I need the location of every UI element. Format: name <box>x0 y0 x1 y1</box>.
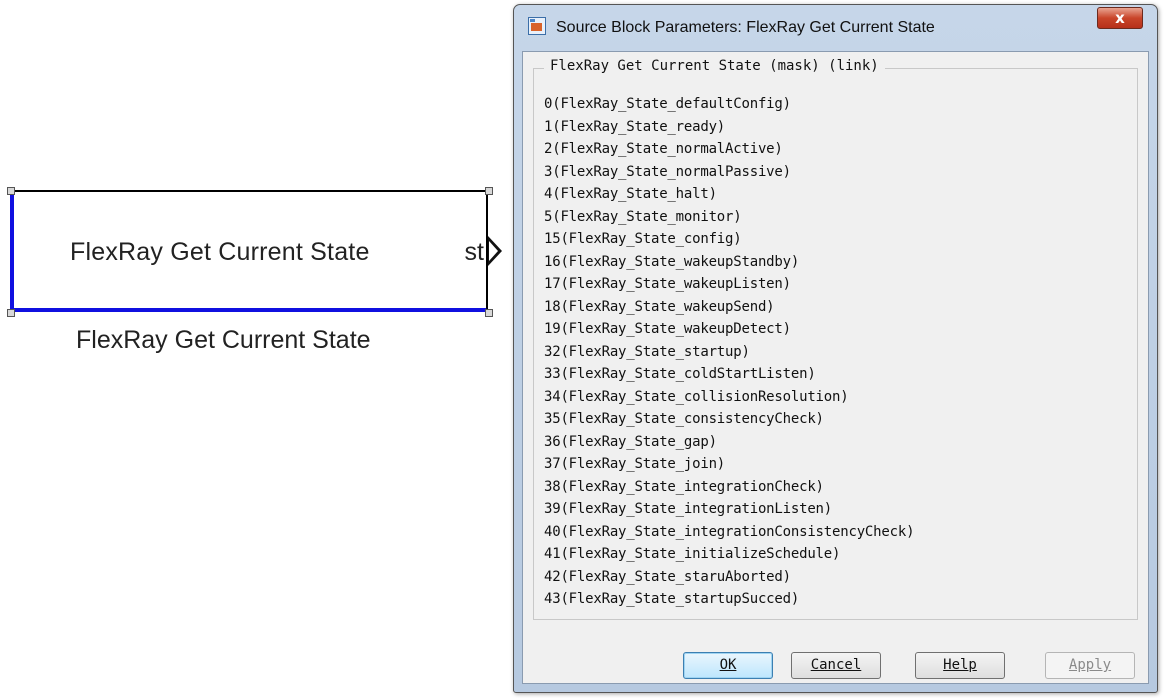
block-parameters-dialog: Source Block Parameters: FlexRay Get Cur… <box>513 4 1158 693</box>
flexray-block[interactable]: FlexRay Get Current State st <box>10 190 488 312</box>
apply-button[interactable]: Apply <box>1045 652 1135 679</box>
mask-description-group: FlexRay Get Current State (mask) (link) … <box>533 58 1138 620</box>
resize-handle-bottom-right[interactable] <box>485 309 493 317</box>
state-description-line: 43(FlexRay_State_startupSucced) <box>544 591 800 607</box>
help-button[interactable]: Help <box>915 652 1005 679</box>
block-name-label[interactable]: FlexRay Get Current State <box>76 326 371 355</box>
state-description-line: 15(FlexRay_State_config) <box>544 231 742 247</box>
resize-handle-top-right[interactable] <box>485 187 493 195</box>
state-description-line: 5(FlexRay_State_monitor) <box>544 208 742 225</box>
state-description-line: 19(FlexRay_State_wakeupDetect) <box>544 321 791 337</box>
state-description-line: 2(FlexRay_State_normalActive) <box>544 141 783 157</box>
state-description-line: 18(FlexRay_State_wakeupSend) <box>544 298 775 315</box>
state-description-line: 33(FlexRay_State_coldStartListen) <box>544 366 816 382</box>
state-description-line: 32(FlexRay_State_startup) <box>544 343 750 360</box>
group-title: FlexRay Get Current State (mask) (link) <box>544 58 885 74</box>
state-description-list: 0(FlexRay_State_defaultConfig) 1(FlexRay_… <box>544 93 914 611</box>
state-description-line: 3(FlexRay_State_normalPassive) <box>544 163 791 180</box>
state-description-line: 41(FlexRay_State_initializeSchedule) <box>544 546 841 562</box>
close-button[interactable]: x <box>1097 7 1143 29</box>
close-icon: x <box>1115 9 1125 27</box>
output-port-icon[interactable] <box>488 236 502 266</box>
cancel-button[interactable]: Cancel <box>791 652 881 679</box>
state-description-line: 34(FlexRay_State_collisionResolution) <box>544 388 849 405</box>
simulink-icon <box>528 17 546 35</box>
resize-handle-bottom-left[interactable] <box>7 309 15 317</box>
dialog-client-area: FlexRay Get Current State (mask) (link) … <box>522 51 1149 684</box>
state-description-line: 40(FlexRay_State_integrationConsistencyC… <box>544 523 915 540</box>
state-description-line: 17(FlexRay_State_wakeupListen) <box>544 276 791 292</box>
state-description-line: 39(FlexRay_State_integrationListen) <box>544 501 833 517</box>
resize-handle-top-left[interactable] <box>7 187 15 195</box>
dialog-title: Source Block Parameters: FlexRay Get Cur… <box>556 19 935 36</box>
state-description-line: 42(FlexRay_State_staruAborted) <box>544 568 791 585</box>
output-port-label: st <box>464 238 484 266</box>
ok-button[interactable]: OK <box>683 652 773 679</box>
block-title: FlexRay Get Current State <box>70 238 370 266</box>
state-description-line: 36(FlexRay_State_gap) <box>544 433 717 450</box>
dialog-titlebar[interactable]: Source Block Parameters: FlexRay Get Cur… <box>514 5 1157 51</box>
state-description-line: 16(FlexRay_State_wakeupStandby) <box>544 253 800 270</box>
state-description-line: 0(FlexRay_State_defaultConfig) <box>544 96 791 112</box>
state-description-line: 35(FlexRay_State_consistencyCheck) <box>544 411 824 427</box>
state-description-line: 38(FlexRay_State_integrationCheck) <box>544 478 824 495</box>
state-description-line: 37(FlexRay_State_join) <box>544 456 726 472</box>
state-description-line: 1(FlexRay_State_ready) <box>544 118 726 135</box>
state-description-line: 4(FlexRay_State_halt) <box>544 186 717 202</box>
